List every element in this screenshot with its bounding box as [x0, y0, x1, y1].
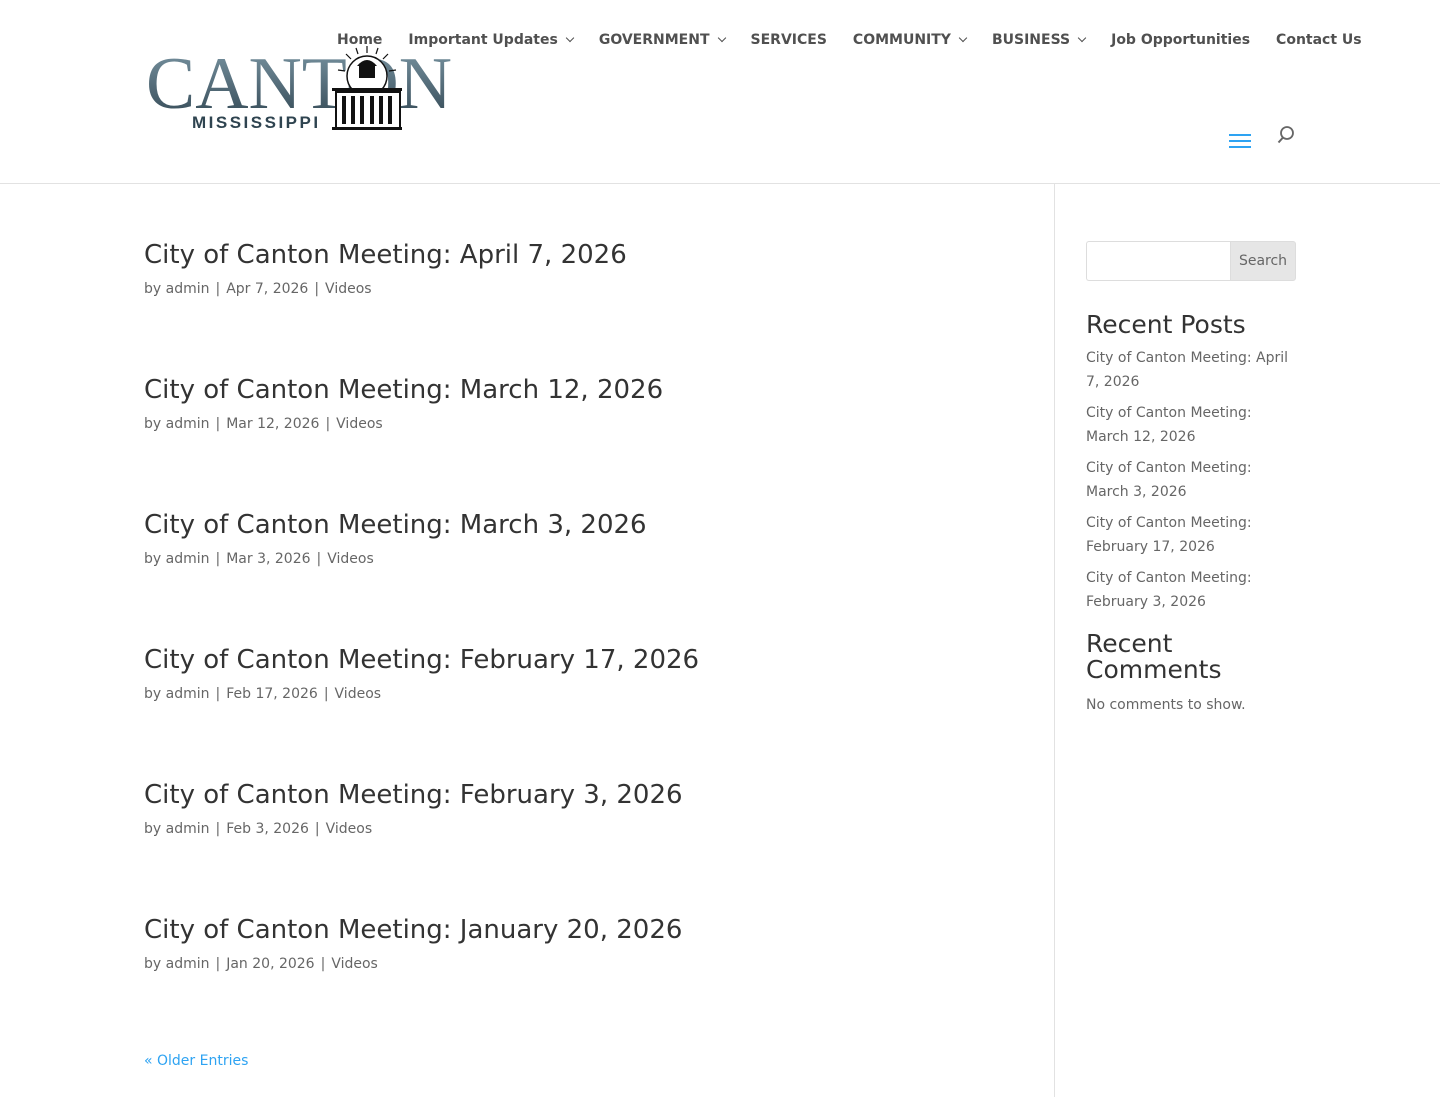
nav-community-label: COMMUNITY [852, 32, 951, 48]
nav-contact-us-label: Contact Us [1276, 32, 1362, 48]
canton-logo[interactable]: CANTON MISSISSIPPI [146, 44, 456, 136]
post-meta: by admin | Feb 3, 2026 | Videos [144, 820, 1024, 838]
nav-government-label: GOVERNMENT [598, 32, 710, 48]
nav-important-updates[interactable]: Important Updates [408, 32, 575, 48]
search-icon[interactable] [1276, 125, 1296, 145]
post-date: Apr 7, 2026 [226, 281, 309, 297]
sidebar: Search Recent Posts City of Canton Meeti… [1086, 241, 1296, 717]
meta-separator: | [314, 821, 320, 837]
post-meta: by admin | Feb 17, 2026 | Videos [144, 685, 1024, 703]
sidebar-divider [1054, 184, 1055, 1097]
post-category-link[interactable]: Videos [336, 416, 383, 432]
meta-separator: | [316, 551, 322, 567]
recent-post-link[interactable]: City of Canton Meeting: February 3, 2026 [1086, 566, 1296, 614]
recent-post-link[interactable]: City of Canton Meeting: March 3, 2026 [1086, 456, 1296, 504]
nav-contact-us[interactable]: Contact Us [1276, 32, 1362, 48]
post-title-link[interactable]: City of Canton Meeting: January 20, 2026 [144, 913, 1024, 947]
post-meta-by: by [144, 821, 162, 837]
post-item: City of Canton Meeting: March 3, 2026 by… [144, 508, 1024, 643]
post-category-link[interactable]: Videos [331, 956, 378, 972]
post-meta: by admin | Jan 20, 2026 | Videos [144, 955, 1024, 973]
nav-business[interactable]: BUSINESS [991, 32, 1087, 48]
post-category-link[interactable]: Videos [325, 281, 372, 297]
search-button[interactable]: Search [1230, 241, 1296, 281]
recent-posts-list: City of Canton Meeting: April 7, 2026 Ci… [1086, 346, 1296, 614]
meta-separator: | [215, 956, 221, 972]
post-author-link[interactable]: admin [166, 686, 210, 702]
post-title-link[interactable]: City of Canton Meeting: March 12, 2026 [144, 373, 1024, 407]
nav-home[interactable]: Home [337, 32, 382, 48]
nav-services[interactable]: SERVICES [751, 32, 827, 48]
post-date: Feb 3, 2026 [226, 821, 309, 837]
post-meta-by: by [144, 956, 162, 972]
post-title-link[interactable]: City of Canton Meeting: March 3, 2026 [144, 508, 1024, 542]
main-nav: Home Important Updates GOVERNMENT SERVIC… [337, 29, 1362, 51]
post-item: City of Canton Meeting: April 7, 2026 by… [144, 238, 1024, 373]
post-list: City of Canton Meeting: April 7, 2026 by… [144, 238, 1024, 1048]
post-item: City of Canton Meeting: January 20, 2026… [144, 913, 1024, 1048]
nav-government[interactable]: GOVERNMENT [598, 32, 726, 48]
post-meta-by: by [144, 686, 162, 702]
nav-community[interactable]: COMMUNITY [852, 32, 968, 48]
post-date: Mar 3, 2026 [226, 551, 311, 567]
meta-separator: | [325, 416, 331, 432]
post-author-link[interactable]: admin [166, 281, 210, 297]
nav-services-label: SERVICES [750, 32, 827, 48]
meta-separator: | [215, 281, 221, 297]
post-meta-by: by [144, 551, 162, 567]
post-title-link[interactable]: City of Canton Meeting: February 3, 2026 [144, 778, 1024, 812]
chevron-down-icon [565, 33, 575, 43]
chevron-down-icon [958, 33, 968, 43]
meta-separator: | [320, 956, 326, 972]
recent-post-link[interactable]: City of Canton Meeting: March 12, 2026 [1086, 401, 1296, 449]
post-date: Mar 12, 2026 [226, 416, 320, 432]
meta-separator: | [215, 551, 221, 567]
meta-separator: | [215, 686, 221, 702]
post-author-link[interactable]: admin [166, 956, 210, 972]
post-author-link[interactable]: admin [166, 416, 210, 432]
post-date: Jan 20, 2026 [226, 956, 315, 972]
post-item: City of Canton Meeting: February 3, 2026… [144, 778, 1024, 913]
recent-post-link[interactable]: City of Canton Meeting: February 17, 202… [1086, 511, 1296, 559]
nav-job-opportunities[interactable]: Job Opportunities [1111, 32, 1250, 48]
chevron-down-icon [1077, 33, 1087, 43]
recent-posts-title: Recent Posts [1086, 310, 1246, 339]
canton-logo-graphic: CANTON MISSISSIPPI [146, 44, 452, 132]
post-author-link[interactable]: admin [166, 551, 210, 567]
post-title-link[interactable]: City of Canton Meeting: February 17, 202… [144, 643, 1024, 677]
post-meta: by admin | Mar 12, 2026 | Videos [144, 415, 1024, 433]
chevron-down-icon [717, 33, 726, 43]
hamburger-icon[interactable] [1229, 133, 1251, 149]
no-comments-text: No comments to show. [1086, 697, 1246, 713]
post-category-link[interactable]: Videos [326, 821, 373, 837]
nav-home-label: Home [337, 32, 383, 48]
older-entries-link[interactable]: « Older Entries [144, 1053, 248, 1069]
nav-job-opportunities-label: Job Opportunities [1111, 32, 1251, 48]
meta-separator: | [323, 686, 329, 702]
logo-state: MISSISSIPPI [192, 113, 321, 132]
meta-separator: | [314, 281, 320, 297]
post-meta-by: by [144, 281, 162, 297]
search-input[interactable] [1086, 241, 1230, 281]
post-author-link[interactable]: admin [166, 821, 210, 837]
recent-comments-title: Recent Comments [1086, 629, 1222, 684]
meta-separator: | [215, 821, 221, 837]
sidebar-search: Search [1086, 241, 1296, 281]
post-meta: by admin | Mar 3, 2026 | Videos [144, 550, 1024, 568]
post-item: City of Canton Meeting: February 17, 202… [144, 643, 1024, 778]
meta-separator: | [215, 416, 221, 432]
nav-important-updates-label: Important Updates [408, 32, 558, 48]
post-date: Feb 17, 2026 [226, 686, 318, 702]
post-title-link[interactable]: City of Canton Meeting: April 7, 2026 [144, 238, 1024, 272]
nav-business-label: BUSINESS [991, 32, 1071, 48]
site-header: CANTON MISSISSIPPI Home Important Update… [0, 0, 1440, 184]
post-category-link[interactable]: Videos [335, 686, 382, 702]
post-item: City of Canton Meeting: March 12, 2026 b… [144, 373, 1024, 508]
post-meta-by: by [144, 416, 162, 432]
post-meta: by admin | Apr 7, 2026 | Videos [144, 280, 1024, 298]
post-category-link[interactable]: Videos [327, 551, 374, 567]
recent-post-link[interactable]: City of Canton Meeting: April 7, 2026 [1086, 346, 1296, 394]
